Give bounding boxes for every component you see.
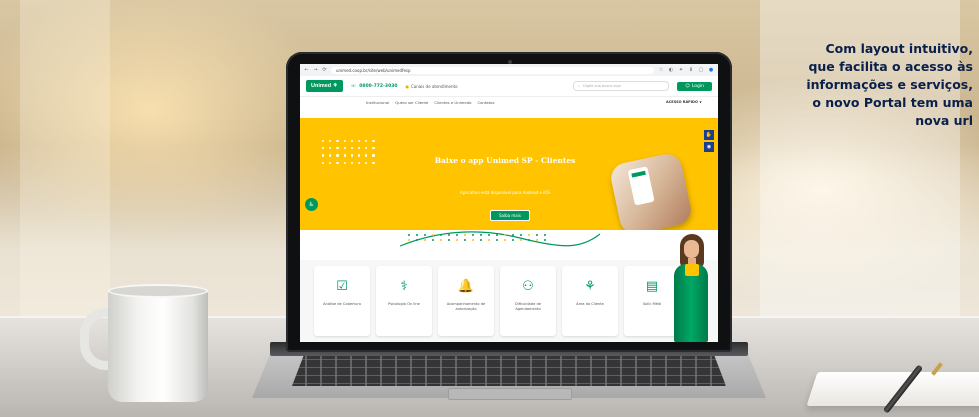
address-bar-url: unimed.coop.br/site/web/unimedfesp — [336, 67, 411, 73]
services-row: ☑ Análise de Cobertura ⚕ Psicologia On l… — [300, 260, 718, 342]
site-menu: Institucional Quero ser Cliente Clientes… — [300, 97, 718, 107]
app-phone-image — [608, 151, 694, 230]
hero-saiba-mais-button[interactable]: Saiba mais — [490, 210, 530, 221]
canal-dot-icon: ● — [405, 83, 409, 89]
accessibility-icon[interactable]: ♿ — [305, 198, 318, 211]
user-icon: ☺ — [685, 83, 690, 89]
forward-arrow-icon[interactable]: → — [313, 67, 318, 73]
extension-icon[interactable]: ◐ — [668, 67, 674, 73]
hero-dots-left — [322, 140, 375, 164]
site-search-input[interactable]: ⌕ Digite sua busca aqui — [573, 81, 670, 91]
calendar-user-icon: ⚇ — [522, 279, 534, 294]
mug-rim — [108, 284, 208, 298]
extensions-puzzle-icon[interactable]: ✦ — [678, 67, 684, 73]
service-label: Área do Cliente — [576, 302, 604, 306]
service-label: Acompanhamento de autorização — [446, 302, 486, 311]
bell-icon: 🔔 — [457, 279, 475, 294]
hero-banner: Baixe o app Unimed SP - Clientes Aplicat… — [300, 118, 718, 230]
service-card[interactable]: ⚕ Psicologia On line — [376, 266, 432, 336]
menu-item-contatos[interactable]: Contatos — [477, 100, 494, 105]
headline-line: informações e serviços, — [806, 77, 973, 92]
photo-scene: ← → ⟳ unimed.coop.br/site/web/unimedfesp… — [0, 0, 979, 417]
tab-search-icon[interactable]: ▢ — [698, 67, 704, 73]
coffee-mug — [108, 290, 208, 402]
logo-text: Unimed — [311, 83, 333, 89]
psychology-icon: ⚕ — [400, 279, 408, 294]
service-card[interactable]: ☑ Análise de Cobertura — [314, 266, 370, 336]
login-button[interactable]: ☺ Login — [677, 81, 712, 91]
keyboard-rows — [292, 352, 726, 386]
unimed-logo[interactable]: Unimed ⚘ — [306, 80, 343, 92]
decorative-dots — [408, 234, 552, 242]
service-label: Dificuldade de Agendamento — [515, 302, 541, 311]
service-card[interactable]: ⚘ Área do Cliente — [562, 266, 618, 336]
document-icon: ▤ — [645, 279, 659, 294]
browser-toolbar: ← → ⟳ unimed.coop.br/site/web/unimedfesp… — [300, 64, 718, 76]
laptop-screen: ← → ⟳ unimed.coop.br/site/web/unimedfesp… — [300, 64, 718, 342]
phone-number: 0800-772-3030 — [359, 83, 398, 89]
headline-line: que facilita o acesso às — [808, 59, 973, 74]
canal-label: Canais de atendimento — [410, 83, 458, 89]
search-icon: ⌕ — [578, 84, 581, 88]
login-label: Login — [691, 83, 704, 89]
search-placeholder: Digite sua busca aqui — [583, 84, 621, 88]
headline-line: nova url — [915, 113, 973, 128]
menu-item-clientes[interactable]: Clientes e Unimedo — [434, 100, 471, 105]
canais-link[interactable]: ● Canais de atendimento — [405, 84, 457, 89]
window-light-left — [20, 0, 110, 320]
headline-line: o novo Portal tem uma — [812, 95, 973, 110]
phone-icon: ☏ — [350, 83, 357, 89]
headline-line: Com layout intuitivo, — [825, 41, 973, 56]
laptop-trackpad — [448, 388, 572, 400]
logo-mark-icon: ⚘ — [332, 83, 338, 89]
site-header: Unimed ⚘ ☏ 0800-772-3030 ● Canais de ate… — [300, 76, 718, 97]
sign-language-icon[interactable]: ✋ — [704, 130, 714, 140]
visibility-eye-icon[interactable]: ◉ — [704, 142, 714, 152]
assistant-illustration — [668, 234, 714, 342]
service-card[interactable]: ⚇ Dificuldade de Agendamento — [500, 266, 556, 336]
menu-item-quero-ser-cliente[interactable]: Quero ser Cliente — [395, 100, 428, 105]
reload-icon[interactable]: ⟳ — [322, 67, 327, 73]
download-icon[interactable]: ⬇ — [688, 67, 694, 73]
client-area-icon: ⚘ — [584, 279, 596, 294]
back-arrow-icon[interactable]: ← — [304, 67, 309, 73]
hero-subtitle: Aplicativo está disponível para Android … — [460, 190, 550, 195]
service-label: Análise de Cobertura — [323, 302, 361, 306]
bookmark-star-icon[interactable]: ☆ — [658, 67, 664, 73]
menu-item-institucional[interactable]: Institucional — [366, 100, 389, 105]
clipboard-check-icon: ☑ — [336, 279, 348, 294]
profile-avatar-icon[interactable]: ● — [708, 67, 714, 73]
service-label: Psicologia On line — [388, 302, 420, 306]
address-bar[interactable]: unimed.coop.br/site/web/unimedfesp — [331, 66, 654, 74]
acesso-rapido-dropdown[interactable]: ACESSO RÁPIDO ∨ — [666, 100, 702, 104]
hero-title: Baixe o app Unimed SP - Clientes — [434, 156, 576, 165]
promo-headline: Com layout intuitivo, que facilita o ace… — [723, 40, 973, 130]
service-card[interactable]: 🔔 Acompanhamento de autorização — [438, 266, 494, 336]
phone-link[interactable]: ☏ 0800-772-3030 — [351, 84, 398, 89]
